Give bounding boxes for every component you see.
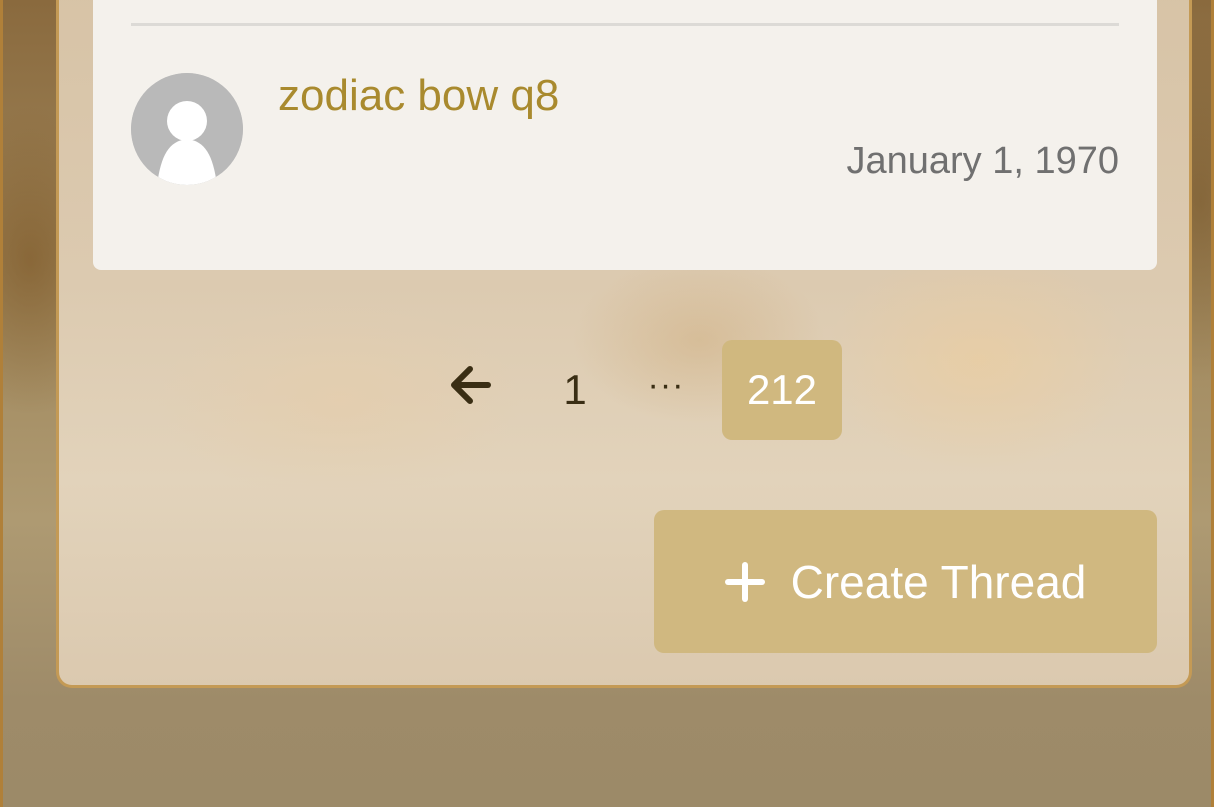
- divider: [131, 23, 1119, 26]
- thread-date: January 1, 1970: [846, 140, 1119, 182]
- pagination-ellipsis: ···: [647, 365, 685, 404]
- plus-icon: [724, 561, 765, 602]
- pagination-page-1[interactable]: 1: [545, 340, 605, 440]
- arrow-left-icon: [451, 366, 491, 404]
- thread-title-link[interactable]: zodiac bow q8: [278, 68, 559, 124]
- create-thread-button[interactable]: Create Thread: [654, 510, 1157, 653]
- thread-list-item[interactable]: zodiac bow q8 January 1, 1970: [93, 0, 1157, 270]
- pagination-prev-button[interactable]: [440, 355, 500, 415]
- avatar[interactable]: [131, 73, 243, 185]
- default-user-avatar-icon: [131, 73, 243, 185]
- pagination-current-page[interactable]: 212: [722, 340, 842, 440]
- create-thread-label: Create Thread: [790, 555, 1087, 608]
- frame-border-left: [0, 0, 3, 807]
